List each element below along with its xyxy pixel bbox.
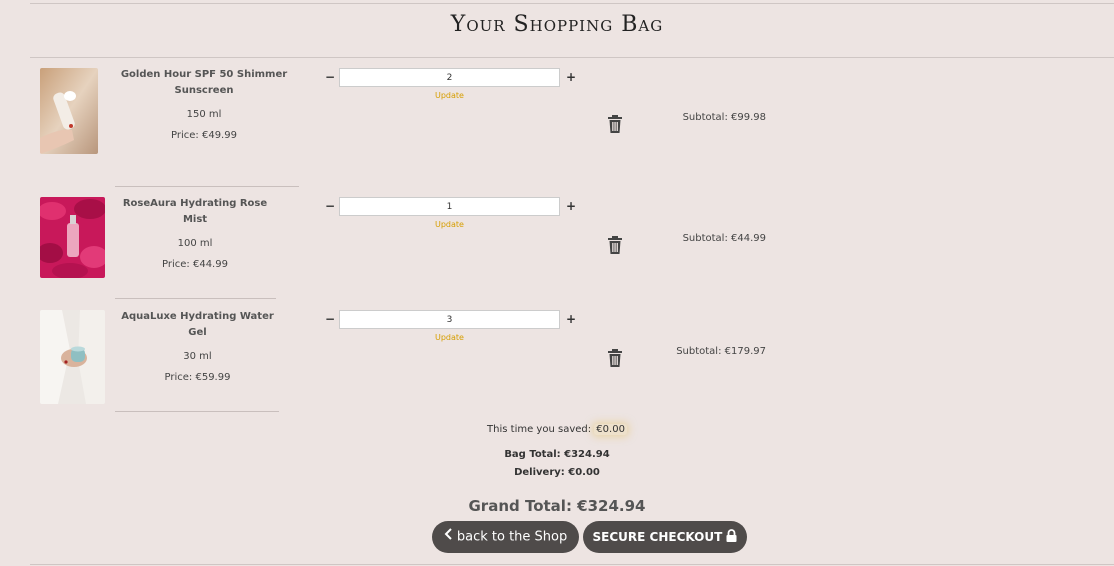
bottom-divider: [30, 564, 1114, 565]
item-divider: [115, 411, 279, 412]
quantity-input[interactable]: [339, 310, 560, 329]
checkout-button-label: SECURE CHECKOUT: [592, 530, 723, 544]
item-size: 150 ml: [186, 109, 222, 120]
item-size: 30 ml: [183, 351, 212, 362]
increase-button[interactable]: +: [566, 312, 576, 326]
lock-icon: [726, 522, 737, 554]
increase-button[interactable]: +: [566, 70, 576, 84]
product-image-rose-mist[interactable]: [40, 197, 105, 278]
item-divider: [115, 186, 299, 187]
trash-icon[interactable]: [607, 349, 623, 367]
chevron-left-icon: [444, 521, 453, 553]
item-name: AquaLuxe Hydrating Water Gel: [121, 311, 274, 338]
item-subtotal: Subtotal: €44.99: [682, 233, 766, 244]
quantity-input[interactable]: [339, 197, 560, 216]
savings-line: This time you saved: €0.00: [0, 424, 1114, 435]
item-subtotal: Subtotal: €179.97: [676, 346, 766, 357]
update-link[interactable]: Update: [339, 220, 560, 229]
decrease-button[interactable]: −: [325, 70, 335, 84]
secure-checkout-button[interactable]: SECURE CHECKOUT: [583, 521, 747, 553]
delivery-cost: Delivery: €0.00: [514, 467, 600, 478]
decrease-button[interactable]: −: [325, 312, 335, 326]
top-divider: [30, 3, 1114, 4]
quantity-input[interactable]: [339, 68, 560, 87]
item-info: Golden Hour SPF 50 Shimmer Sunscreen 150…: [115, 67, 293, 141]
item-price: Price: €49.99: [171, 130, 237, 141]
decrease-button[interactable]: −: [325, 199, 335, 213]
quantity-stepper: − + Update: [325, 310, 577, 350]
update-link[interactable]: Update: [339, 333, 560, 342]
increase-button[interactable]: +: [566, 199, 576, 213]
quantity-stepper: − + Update: [325, 197, 577, 237]
item-info: RoseAura Hydrating Rose Mist 100 ml Pric…: [115, 196, 275, 270]
item-divider: [115, 298, 276, 299]
trash-icon[interactable]: [607, 115, 623, 133]
trash-icon[interactable]: [607, 236, 623, 254]
item-price: Price: €59.99: [164, 372, 231, 383]
bag-total: Bag Total: €324.94: [504, 449, 610, 460]
product-image-water-gel[interactable]: [40, 310, 105, 404]
quantity-stepper: − + Update: [325, 68, 577, 108]
back-to-shop-button[interactable]: back to the Shop: [432, 521, 579, 553]
product-image-sunscreen[interactable]: [40, 68, 98, 154]
back-button-label: back to the Shop: [456, 529, 568, 545]
item-size: 100 ml: [177, 238, 213, 249]
page-title: Your Shopping Bag: [450, 12, 664, 37]
savings-label: This time you saved:: [487, 424, 592, 435]
savings-value: €0.00: [594, 424, 627, 435]
title-divider: [30, 57, 1114, 58]
update-link[interactable]: Update: [339, 91, 560, 100]
item-price: Price: €44.99: [162, 259, 228, 270]
grand-total: Grand Total: €324.94: [468, 497, 646, 515]
item-name: RoseAura Hydrating Rose Mist: [122, 198, 268, 225]
item-name: Golden Hour SPF 50 Shimmer Sunscreen: [120, 69, 288, 96]
item-subtotal: Subtotal: €99.98: [682, 112, 766, 123]
item-info: AquaLuxe Hydrating Water Gel 30 ml Price…: [115, 309, 280, 383]
